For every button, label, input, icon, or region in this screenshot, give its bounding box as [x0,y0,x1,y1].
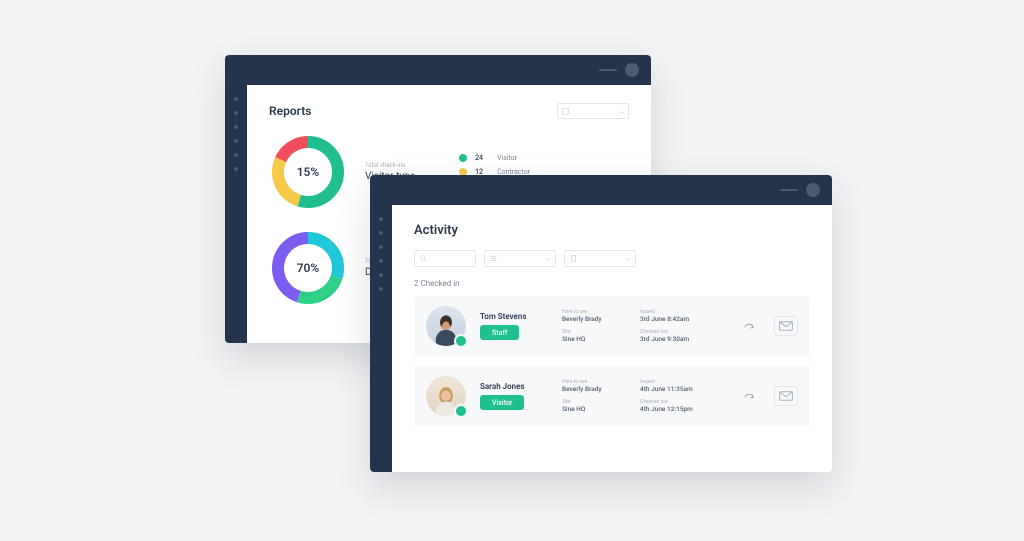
titlebar [225,55,651,85]
filter-select-1[interactable]: ⌄ [484,250,556,267]
person-name: Tom Stevens [480,312,548,321]
donut-chart-secondary: 70% [269,229,347,307]
legend-color-swatch [459,154,467,162]
filter-select-2[interactable]: ⌄ [564,250,636,267]
filter-icon [562,108,569,115]
search-icon [420,255,427,262]
legend-item: 24 Visitor [459,154,530,162]
document-icon [570,255,577,262]
report-filter-select[interactable]: ⌄ [557,103,629,119]
side-rail [225,85,247,343]
person-name: Sarah Jones [480,382,548,391]
side-rail [370,205,392,472]
page-title: Activity [414,223,810,238]
page-title: Reports [269,104,311,118]
activity-content: Activity ⌄ ⌄ [392,205,832,472]
role-tag: Visitor [480,395,524,410]
window-control-minimize[interactable] [780,189,798,191]
rail-item[interactable] [234,125,238,129]
donut-percent: 70% [269,229,347,307]
meta-value: 4th June 12:15pm [640,405,704,413]
meta-value: 4th June 11:35am [640,385,704,393]
activity-row: Sarah Jones Visitor Here to see Beverly … [414,366,810,426]
rail-item[interactable] [379,231,383,235]
message-button[interactable] [774,316,798,336]
status-badge-online [454,334,468,348]
meta-value: 3rd June 8:42am [640,315,704,323]
filter-bar: ⌄ ⌄ [414,250,810,267]
status-badge-online [454,404,468,418]
rail-item[interactable] [234,139,238,143]
titlebar [370,175,832,205]
list-icon [490,255,497,262]
rail-item[interactable] [379,259,383,263]
meta-value: Sine HQ [562,335,626,343]
legend-count: 24 [475,154,489,162]
chevron-down-icon: ⌄ [545,255,550,262]
avatar [426,376,466,416]
search-input[interactable] [414,250,476,267]
rail-item[interactable] [234,97,238,101]
checkout-button[interactable] [738,315,760,337]
message-button[interactable] [774,386,798,406]
chevron-down-icon: ⌄ [619,108,624,115]
checkout-button[interactable] [738,385,760,407]
meta-value: Sine HQ [562,405,626,413]
rail-item[interactable] [379,245,383,249]
meta-value: Beverly Brady [562,315,626,323]
role-tag: Staff [480,325,519,340]
rail-item[interactable] [234,153,238,157]
activity-row: Tom Stevens Staff Here to see Beverly Br… [414,296,810,356]
donut-percent: 15% [269,133,347,211]
meta-label: Total check-ins [365,162,415,169]
activity-window: Activity ⌄ ⌄ [370,175,832,472]
meta-value: Beverly Brady [562,385,626,393]
rail-item[interactable] [379,217,383,221]
donut-chart-visitor-type: 15% [269,133,347,211]
meta-value: 3rd June 9:30am [640,335,704,343]
rail-item[interactable] [379,287,383,291]
rail-item[interactable] [234,167,238,171]
rail-item[interactable] [234,111,238,115]
window-control-close[interactable] [625,63,639,77]
chevron-down-icon: ⌄ [625,255,630,262]
rail-item[interactable] [379,273,383,277]
window-control-minimize[interactable] [599,69,617,71]
avatar [426,306,466,346]
legend-label: Visitor [497,154,517,162]
checked-in-count: 2 Checked in [414,279,810,288]
window-control-close[interactable] [806,183,820,197]
